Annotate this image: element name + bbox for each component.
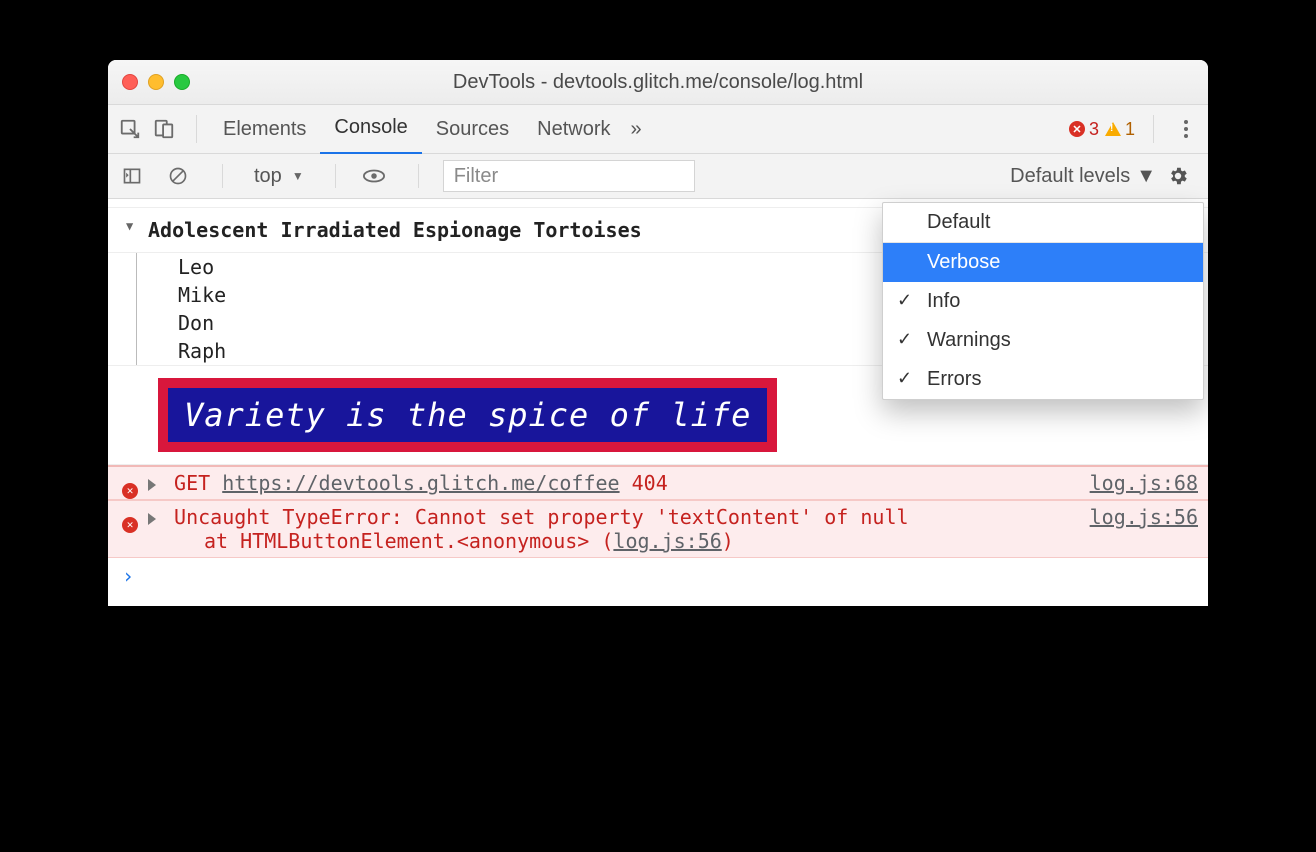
tab-network[interactable]: Network	[523, 105, 624, 153]
check-icon: ✓	[897, 329, 912, 350]
error-icon: ✕	[122, 475, 138, 499]
device-toolbar-icon[interactable]	[150, 115, 178, 143]
dropdown-item-default[interactable]: Default	[883, 203, 1203, 243]
dropdown-item-warnings[interactable]: ✓ Warnings	[883, 321, 1203, 360]
minimize-window-button[interactable]	[148, 74, 164, 90]
group-title: Adolescent Irradiated Espionage Tortoise…	[148, 218, 642, 242]
dropdown-label: Info	[927, 290, 960, 312]
http-method: GET	[174, 471, 210, 495]
filter-input[interactable]: Filter	[443, 160, 695, 192]
traffic-lights	[122, 74, 190, 90]
prompt-chevron-icon: ›	[122, 564, 134, 588]
styled-message: Variety is the spice of life	[158, 378, 777, 452]
dropdown-item-info[interactable]: ✓ Info	[883, 282, 1203, 321]
stack-link[interactable]: log.js:56	[613, 529, 721, 553]
sidebar-toggle-icon[interactable]	[118, 162, 146, 190]
tab-sources[interactable]: Sources	[422, 105, 523, 153]
devtools-window: DevTools - devtools.glitch.me/console/lo…	[108, 60, 1208, 606]
dropdown-label: Warnings	[927, 329, 1011, 351]
error-count-badge[interactable]: ✕ 3	[1069, 119, 1099, 140]
dropdown-label: Default	[927, 211, 990, 233]
main-tabs: Elements Console Sources Network » ✕ 3 1	[108, 105, 1208, 154]
dropdown-item-errors[interactable]: ✓ Errors	[883, 360, 1203, 399]
disclosure-triangle-icon[interactable]: ▼	[126, 216, 133, 238]
context-value: top	[254, 165, 282, 188]
levels-label: Default levels	[1010, 165, 1130, 188]
console-prompt[interactable]: ›	[108, 558, 1208, 606]
live-expression-icon[interactable]	[360, 162, 388, 190]
tabs-overflow[interactable]: »	[625, 105, 648, 153]
warning-icon	[1105, 122, 1121, 136]
chevron-down-icon: ▼	[1136, 165, 1156, 188]
warning-count-badge[interactable]: 1	[1105, 119, 1135, 140]
log-levels-dropdown: Default Verbose ✓ Info ✓ Warnings ✓ Erro…	[882, 202, 1204, 400]
check-icon: ✓	[897, 368, 912, 389]
titlebar: DevTools - devtools.glitch.me/console/lo…	[108, 60, 1208, 105]
window-title: DevTools - devtools.glitch.me/console/lo…	[108, 71, 1208, 94]
stack-frame: at HTMLButtonElement.<anonymous> (log.js…	[148, 529, 734, 553]
expand-triangle-icon[interactable]	[148, 513, 156, 525]
tab-elements[interactable]: Elements	[209, 105, 320, 153]
dropdown-label: Verbose	[927, 251, 1000, 273]
filter-placeholder: Filter	[454, 165, 498, 188]
source-link[interactable]: log.js:68	[1090, 471, 1198, 495]
request-url[interactable]: https://devtools.glitch.me/coffee	[222, 471, 619, 495]
expand-triangle-icon[interactable]	[148, 479, 156, 491]
close-window-button[interactable]	[122, 74, 138, 90]
inspect-element-icon[interactable]	[116, 115, 144, 143]
warning-count: 1	[1125, 119, 1135, 140]
console-error-row[interactable]: ✕ Uncaught TypeError: Cannot set propert…	[108, 500, 1208, 558]
clear-console-icon[interactable]	[164, 162, 192, 190]
check-icon: ✓	[897, 290, 912, 311]
source-link[interactable]: log.js:56	[1090, 505, 1198, 529]
error-message: Uncaught TypeError: Cannot set property …	[174, 505, 909, 529]
error-count: 3	[1089, 119, 1099, 140]
more-options-button[interactable]	[1172, 120, 1200, 138]
http-status: 404	[632, 471, 668, 495]
error-icon: ✕	[1069, 121, 1085, 137]
zoom-window-button[interactable]	[174, 74, 190, 90]
dropdown-label: Errors	[927, 368, 981, 390]
settings-gear-icon[interactable]	[1164, 162, 1192, 190]
error-icon: ✕	[122, 509, 138, 533]
chevron-down-icon: ▼	[292, 169, 304, 183]
context-selector[interactable]: top ▼	[247, 162, 311, 191]
console-toolbar: top ▼ Filter Default levels ▼ Default	[108, 154, 1208, 199]
tab-console[interactable]: Console	[320, 104, 421, 155]
log-levels-selector[interactable]: Default levels ▼	[1010, 165, 1156, 188]
dropdown-item-verbose[interactable]: Verbose	[883, 243, 1203, 282]
console-error-row[interactable]: ✕ GET https://devtools.glitch.me/coffee …	[108, 465, 1208, 500]
